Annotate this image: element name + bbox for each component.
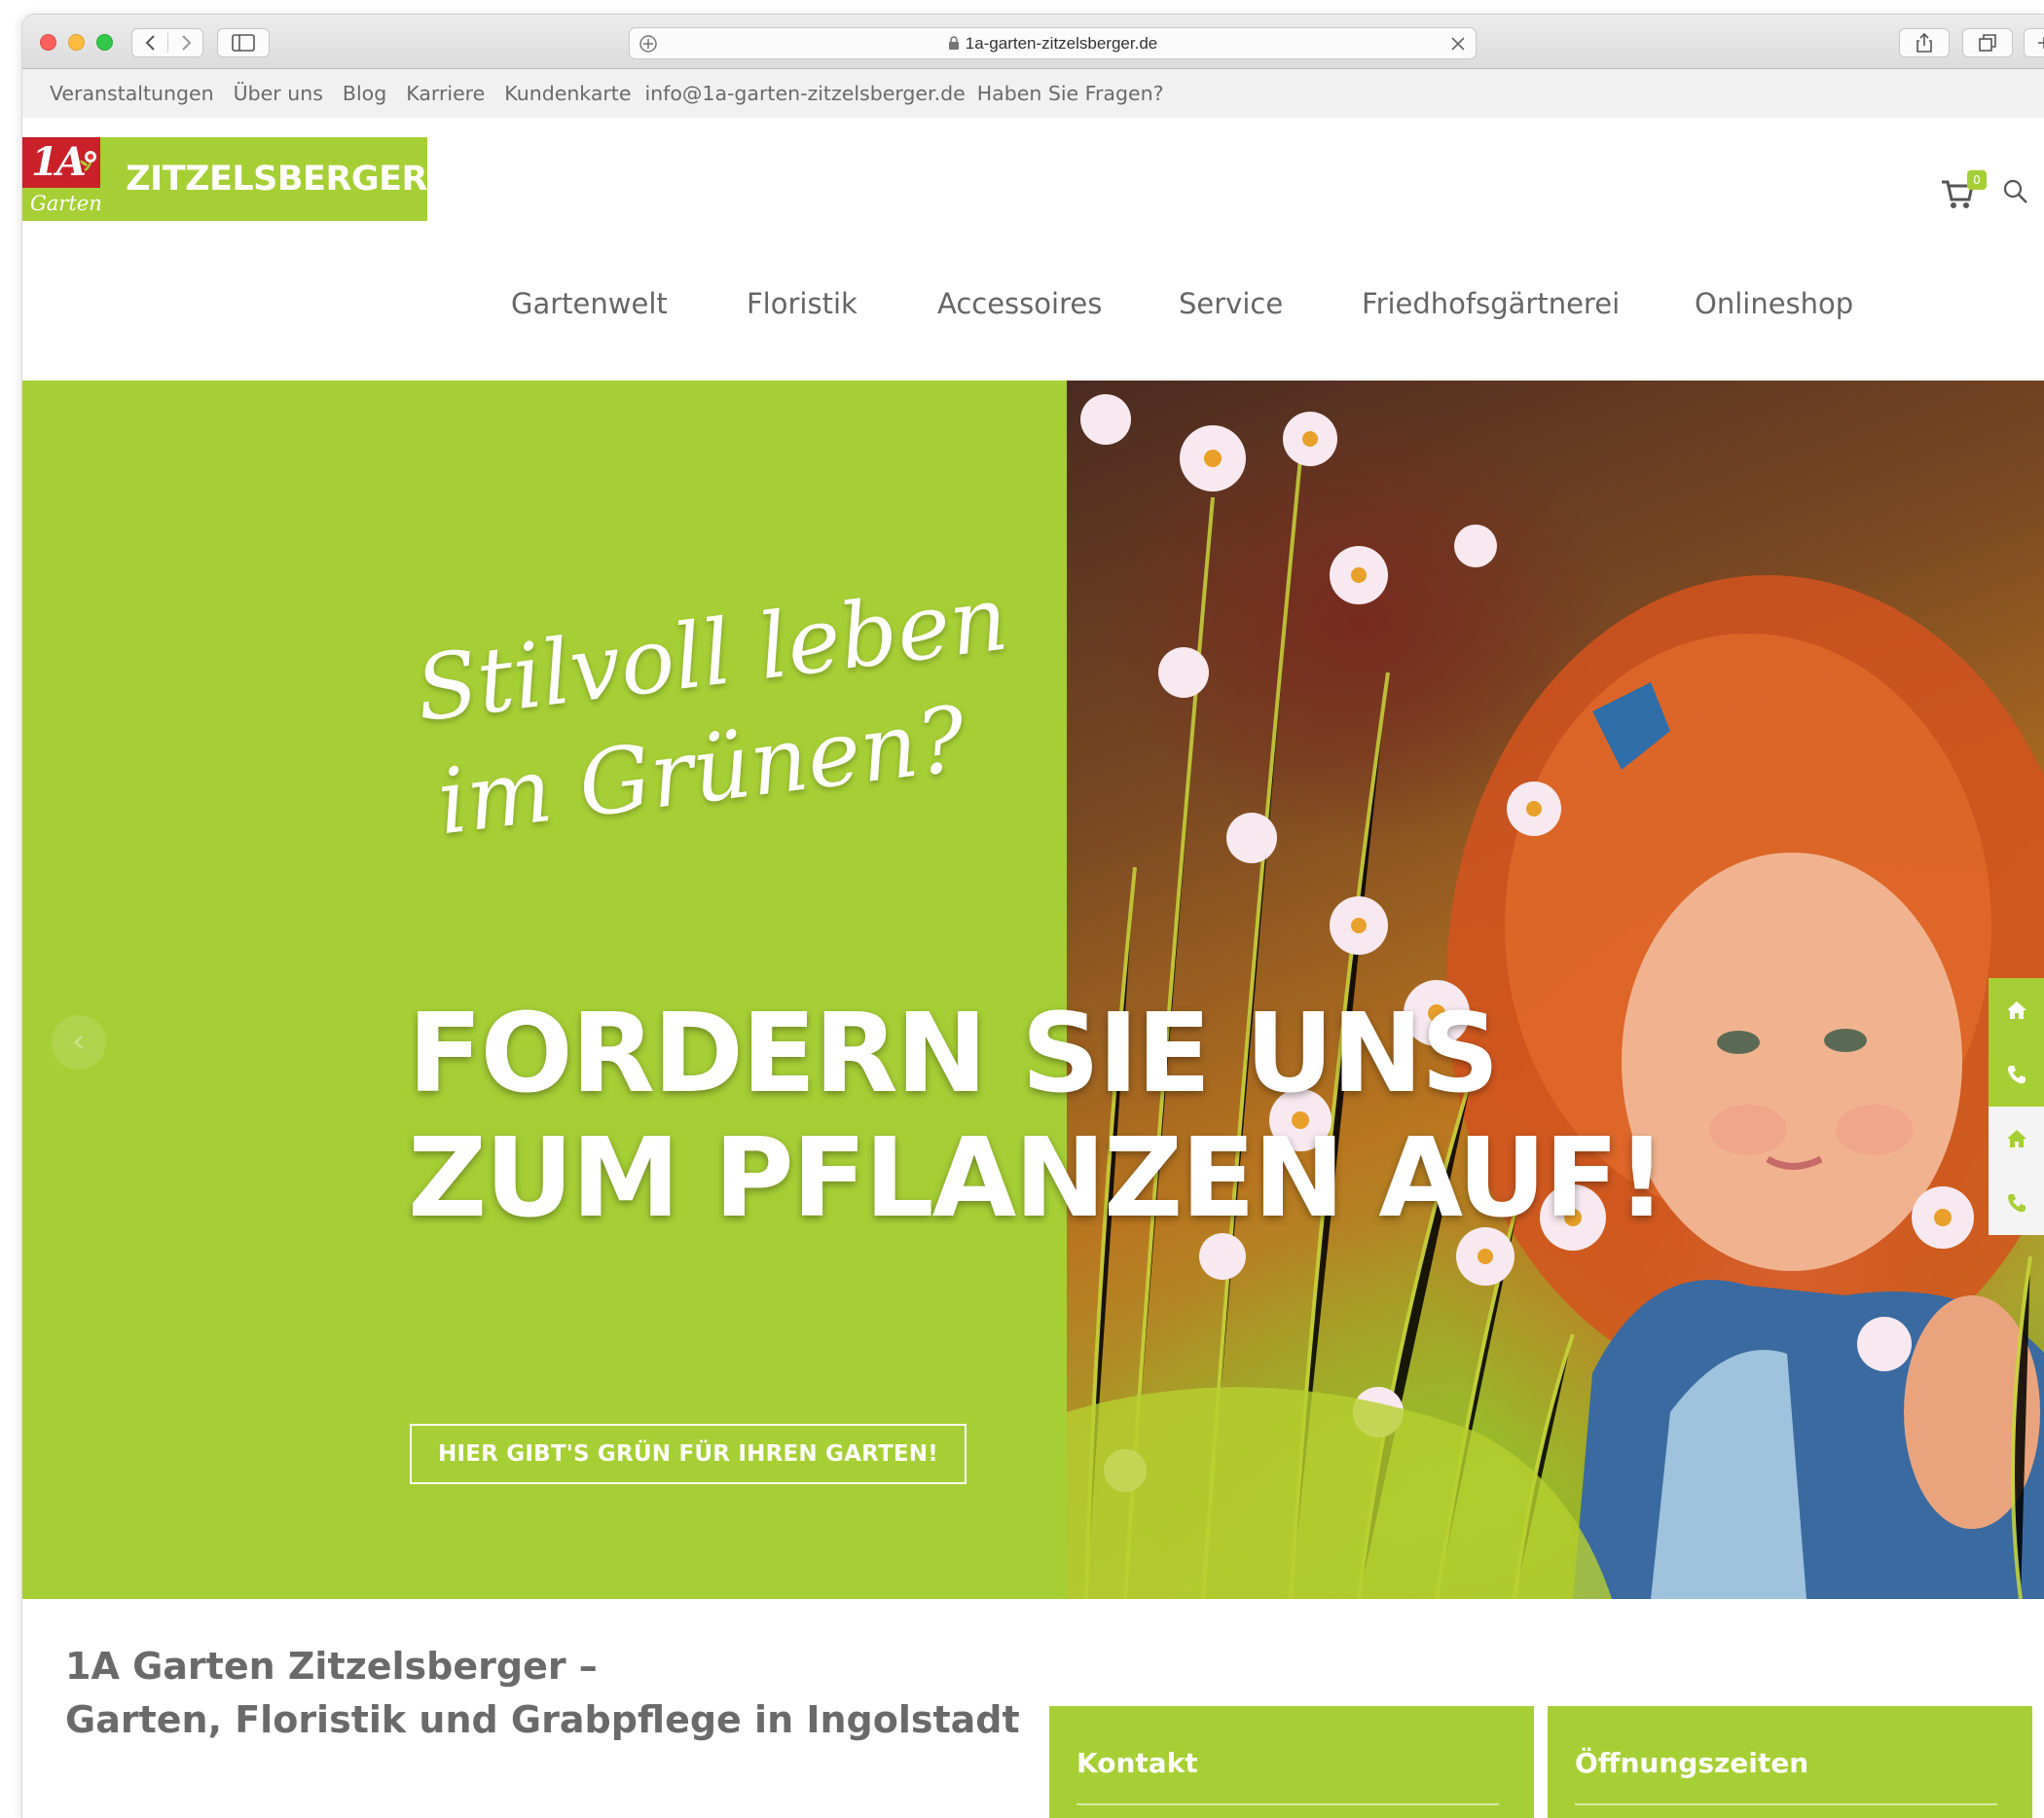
panel-divider	[1575, 1803, 1997, 1805]
side-tab-home[interactable]	[1989, 978, 2044, 1042]
hero-slider: Stilvoll leben im Grünen? FORDERN SIE UN…	[22, 381, 2044, 1599]
hero-title-line1: FORDERN SIE UNS	[408, 991, 1500, 1117]
nav-floristik[interactable]: Floristik	[747, 287, 858, 320]
hero-photo-illustration	[1067, 394, 2044, 1599]
sidebar-toggle-button[interactable]	[217, 28, 270, 57]
nav-gartenwelt[interactable]: Gartenwelt	[511, 287, 668, 320]
phone-icon	[2008, 1066, 2026, 1084]
lock-icon	[948, 36, 959, 50]
plus-icon	[2037, 37, 2044, 49]
nav-friedhofsgaertnerei[interactable]: Friedhofsgärtnerei	[1362, 287, 1620, 320]
show-tabs-button[interactable]	[1962, 28, 2013, 57]
web-page: Veranstaltungen Über uns Blog Karriere K…	[22, 69, 2044, 1818]
nav-onlineshop[interactable]: Onlineshop	[1695, 287, 1853, 320]
url-display: 1a-garten-zitzelsberger.de	[948, 33, 1158, 54]
intro-heading-line2: Garten, Floristik und Grabpflege in Ingo…	[65, 1698, 1020, 1741]
intro-heading-line1: 1A Garten Zitzelsberger –	[65, 1645, 598, 1688]
hero-cta-button[interactable]: HIER GIBT'S GRÜN FÜR IHREN GARTEN!	[410, 1424, 967, 1484]
slider-prev-button[interactable]	[52, 1015, 106, 1070]
phone-icon	[2008, 1194, 2026, 1213]
back-button[interactable]	[132, 29, 168, 56]
oeffnungszeiten-panel: Öffnungszeiten	[1548, 1706, 2032, 1818]
logo-mark-bottom: Garten	[30, 192, 101, 215]
hero-photo-girl-in-flowers	[1067, 381, 2044, 1599]
browser-toolbar: 1a-garten-zitzelsberger.de	[22, 15, 2044, 69]
tabs-icon	[1979, 34, 1996, 52]
kontakt-panel-title: Kontakt	[1077, 1747, 1198, 1779]
home-icon	[2007, 1130, 2026, 1147]
site-logo[interactable]: 1A Garten ZITZELSBERGER	[22, 137, 427, 221]
sidebar-icon	[232, 34, 255, 52]
hero-title: FORDERN SIE UNS ZUM PFLANZEN AUF!	[408, 991, 1666, 1242]
cart-button[interactable]: 0	[1940, 170, 1987, 215]
toplink-kundenkarte[interactable]: Kundenkarte	[504, 82, 631, 105]
toplink-ueber-uns[interactable]: Über uns	[234, 82, 323, 105]
side-contact-tabs	[1989, 978, 2044, 1235]
close-window-button[interactable]	[40, 34, 56, 51]
extension-icon[interactable]	[638, 33, 659, 55]
kontakt-panel: Kontakt	[1049, 1706, 1534, 1818]
cart-count-badge: 0	[1967, 170, 1987, 190]
forward-button[interactable]	[168, 29, 203, 56]
toplink-email[interactable]: info@1a-garten-zitzelsberger.de	[644, 82, 965, 105]
nav-accessoires[interactable]: Accessoires	[937, 287, 1102, 320]
share-button[interactable]	[1899, 28, 1950, 57]
toplink-veranstaltungen[interactable]: Veranstaltungen	[50, 82, 214, 105]
browser-window: 1a-garten-zitzelsberger.de Veranstaltung…	[21, 14, 2044, 1818]
url-text: 1a-garten-zitzelsberger.de	[965, 33, 1158, 53]
toplink-blog[interactable]: Blog	[343, 82, 386, 105]
chevron-left-icon	[74, 1036, 83, 1049]
new-tab-button[interactable]	[2024, 28, 2044, 57]
search-icon[interactable]	[2002, 178, 2029, 205]
flower-icon	[80, 151, 96, 172]
hero-title-line2: ZUM PFLANZEN AUF!	[408, 1115, 1666, 1242]
side-tab-phone-alt[interactable]	[1989, 1171, 2044, 1235]
share-icon	[1916, 32, 1932, 53]
toplink-karriere[interactable]: Karriere	[406, 82, 485, 105]
panel-divider	[1077, 1803, 1499, 1805]
hero-script-heading: Stilvoll leben im Grünen?	[410, 566, 1013, 861]
stop-loading-icon[interactable]	[1448, 34, 1468, 54]
intro-heading: 1A Garten Zitzelsberger – Garten, Floris…	[65, 1640, 1020, 1747]
logo-wordmark: ZITZELSBERGER	[100, 137, 427, 221]
logo-mark: 1A Garten	[22, 137, 101, 221]
oeffnungszeiten-panel-title: Öffnungszeiten	[1575, 1747, 1809, 1779]
history-nav	[131, 28, 203, 57]
zoom-window-button[interactable]	[96, 34, 113, 51]
home-icon	[2007, 1001, 2026, 1019]
top-links-bar: Veranstaltungen Über uns Blog Karriere K…	[22, 69, 2044, 118]
toplink-fragen[interactable]: Haben Sie Fragen?	[977, 82, 1164, 105]
chevron-left-icon	[145, 35, 155, 51]
chevron-right-icon	[182, 35, 192, 51]
address-bar[interactable]: 1a-garten-zitzelsberger.de	[629, 27, 1477, 59]
minimize-window-button[interactable]	[68, 34, 85, 51]
side-tab-phone[interactable]	[1989, 1042, 2044, 1107]
side-tab-home-alt[interactable]	[1989, 1107, 2044, 1171]
nav-service[interactable]: Service	[1179, 287, 1283, 320]
